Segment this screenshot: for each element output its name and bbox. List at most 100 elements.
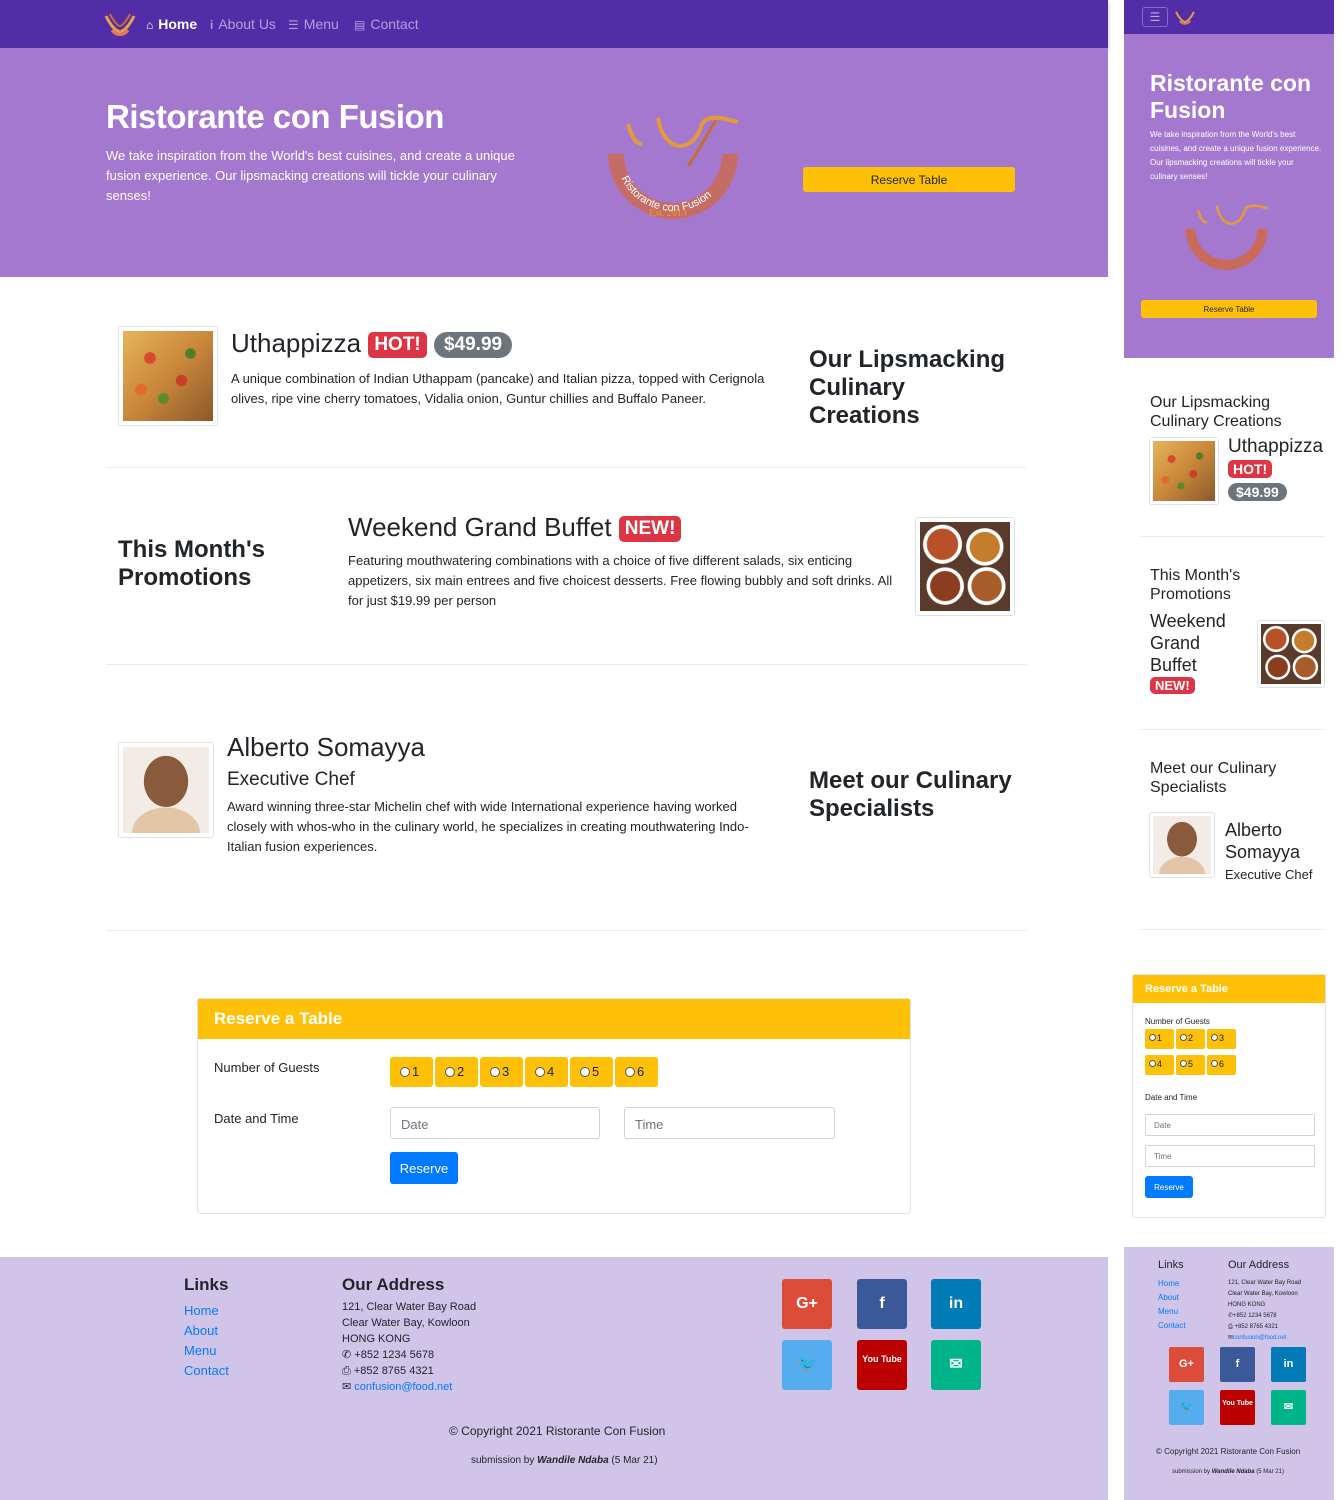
- mobile-dish-section-heading: Our Lipsmacking Culinary Creations: [1150, 394, 1282, 430]
- mobile-twitter-icon[interactable]: 🐦: [1169, 1390, 1204, 1425]
- mobile-linkedin-icon[interactable]: in: [1271, 1347, 1306, 1382]
- home-icon: ⌂: [146, 18, 154, 32]
- phone-number: +852 1234 5678: [354, 1349, 435, 1361]
- mobile-guest-option-label: 3: [1219, 1033, 1225, 1043]
- mobile-guest-option-6[interactable]: 6: [1207, 1055, 1236, 1075]
- mobile-guest-option-2[interactable]: 2: [1176, 1029, 1205, 1049]
- mobile-address-line-2: Clear Water Bay, Kowloon: [1228, 1291, 1298, 1297]
- submission-credit: submission by Wandile Ndaba (5 Mar 21): [471, 1455, 658, 1466]
- address-line-2: Clear Water Bay, Kowloon: [342, 1317, 470, 1329]
- nav-home-label: Home: [158, 16, 198, 32]
- radio-icon: [1149, 1060, 1156, 1067]
- guest-option-label: 4: [547, 1064, 555, 1079]
- mobile-reserve-table-button[interactable]: Reserve Table: [1141, 300, 1317, 318]
- mobile-leader-name: Alberto Somayya: [1225, 820, 1301, 862]
- mobile-reserve-submit-button[interactable]: Reserve: [1145, 1176, 1193, 1198]
- hamburger-menu-icon[interactable]: ☰: [1142, 7, 1168, 27]
- guests-label: Number of Guests: [214, 1060, 320, 1075]
- mobile-mail-icon[interactable]: ✉: [1271, 1390, 1306, 1425]
- address-line-1: 121, Clear Water Bay Road: [342, 1301, 477, 1313]
- email-link[interactable]: confusion@food.net: [354, 1381, 452, 1393]
- mobile-submission-prefix: submission by: [1172, 1469, 1211, 1475]
- guest-option-5[interactable]: 5: [570, 1057, 613, 1087]
- nav-menu-label: Menu: [303, 16, 339, 32]
- footer-link-contact[interactable]: Contact: [184, 1363, 229, 1378]
- linkedin-icon[interactable]: in: [931, 1279, 981, 1329]
- radio-icon: [490, 1067, 500, 1077]
- mobile-guest-option-3[interactable]: 3: [1207, 1029, 1236, 1049]
- mobile-phone-number: +852 1234 5678: [1233, 1313, 1277, 1319]
- address-card-icon: ▤: [354, 18, 366, 32]
- address-line-3: HONG KONG: [342, 1333, 411, 1345]
- footer-link-home[interactable]: Home: [184, 1303, 219, 1318]
- uthappizza-image: [123, 331, 213, 421]
- guest-option-3[interactable]: 3: [480, 1057, 523, 1087]
- guest-option-label: 2: [457, 1064, 465, 1079]
- mobile-guest-option-label: 6: [1219, 1059, 1225, 1069]
- mobile-guest-option-1[interactable]: 1: [1145, 1029, 1174, 1049]
- radio-icon: [625, 1067, 635, 1077]
- mobile-leader-thumbnail: [1149, 812, 1215, 878]
- footer-link-menu[interactable]: Menu: [184, 1343, 217, 1358]
- nav-home-link[interactable]: ⌂ Home: [146, 16, 197, 32]
- brand-logo-icon[interactable]: [104, 10, 136, 38]
- leader-section-heading: Meet our Culinary Specialists: [809, 767, 1012, 822]
- mobile-brand-logo-icon[interactable]: [1174, 8, 1196, 26]
- promo-thumbnail: [915, 517, 1015, 616]
- mobile-time-input[interactable]: Time: [1145, 1145, 1315, 1167]
- mobile-jumbotron: Ristorante con Fusion We take inspiratio…: [1124, 34, 1334, 358]
- dish-name: Uthappizza: [231, 328, 362, 358]
- alberto-photo: [123, 747, 209, 833]
- time-input[interactable]: Time: [624, 1107, 835, 1139]
- footer-link-about[interactable]: About: [184, 1323, 218, 1338]
- mobile-submission-credit: submission by Wandile Ndaba (5 Mar 21): [1172, 1469, 1284, 1475]
- mobile-guest-option-5[interactable]: 5: [1176, 1055, 1205, 1075]
- mobile-hero-title-line1: Ristorante con: [1150, 70, 1312, 96]
- facebook-icon[interactable]: f: [857, 1279, 907, 1329]
- fax-line: ⎙ +852 8765 4321: [342, 1363, 434, 1379]
- guest-option-6[interactable]: 6: [615, 1057, 658, 1087]
- mobile-email-link[interactable]: confusion@food.net: [1233, 1335, 1286, 1341]
- datetime-label: Date and Time: [214, 1111, 299, 1126]
- buffet-image: [920, 522, 1010, 611]
- guest-option-label: 5: [592, 1064, 600, 1079]
- dish-heading: Uthappizza HOT! $49.99: [231, 328, 776, 359]
- mobile-date-input[interactable]: Date: [1145, 1114, 1315, 1136]
- date-input[interactable]: Date: [390, 1107, 600, 1139]
- nav-menu-link[interactable]: ☰ Menu: [288, 16, 339, 32]
- mobile-footer: Links Home About Menu Contact Our Addres…: [1124, 1247, 1334, 1500]
- mobile-guest-option-label: 5: [1188, 1059, 1194, 1069]
- mobile-footer-link-about[interactable]: About: [1158, 1293, 1179, 1302]
- mail-icon[interactable]: ✉: [931, 1340, 981, 1390]
- reserve-submit-button[interactable]: Reserve: [390, 1152, 458, 1184]
- mobile-footer-link-home[interactable]: Home: [1158, 1279, 1179, 1288]
- nav-contact-link[interactable]: ▤ Contact: [354, 16, 419, 32]
- mobile-youtube-icon[interactable]: You Tube: [1220, 1390, 1255, 1425]
- mobile-navbar: ☰: [1124, 0, 1334, 34]
- radio-icon: [445, 1067, 455, 1077]
- promo-description: Featuring mouthwatering combinations wit…: [348, 553, 893, 608]
- youtube-icon[interactable]: You Tube: [857, 1340, 907, 1390]
- twitter-icon[interactable]: 🐦: [782, 1340, 832, 1390]
- mobile-alberto-photo: [1153, 816, 1211, 874]
- guest-option-1[interactable]: 1: [390, 1057, 433, 1087]
- mobile-footer-link-contact[interactable]: Contact: [1158, 1321, 1186, 1330]
- mobile-facebook-icon[interactable]: f: [1220, 1347, 1255, 1382]
- new-badge: NEW!: [618, 516, 682, 543]
- mobile-hot-badge: HOT!: [1228, 460, 1273, 478]
- google-plus-icon[interactable]: G+: [782, 1279, 832, 1329]
- promo-media-body: Weekend Grand Buffet NEW! Featuring mout…: [348, 512, 893, 611]
- guest-option-4[interactable]: 4: [525, 1057, 568, 1087]
- radio-icon: [400, 1067, 410, 1077]
- radio-icon: [1211, 1060, 1218, 1067]
- nav-about-link[interactable]: i About Us: [210, 16, 276, 32]
- guest-option-2[interactable]: 2: [435, 1057, 478, 1087]
- mobile-google-plus-icon[interactable]: G+: [1169, 1347, 1204, 1382]
- reserve-table-button[interactable]: Reserve Table: [803, 167, 1015, 192]
- radio-icon: [1180, 1060, 1187, 1067]
- mobile-uthappizza-image: [1153, 441, 1215, 501]
- mobile-footer-link-menu[interactable]: Menu: [1158, 1307, 1178, 1316]
- mobile-guest-option-4[interactable]: 4: [1145, 1055, 1174, 1075]
- divider: [106, 664, 1027, 665]
- copyright-text: © Copyright 2021 Ristorante Con Fusion: [449, 1424, 666, 1438]
